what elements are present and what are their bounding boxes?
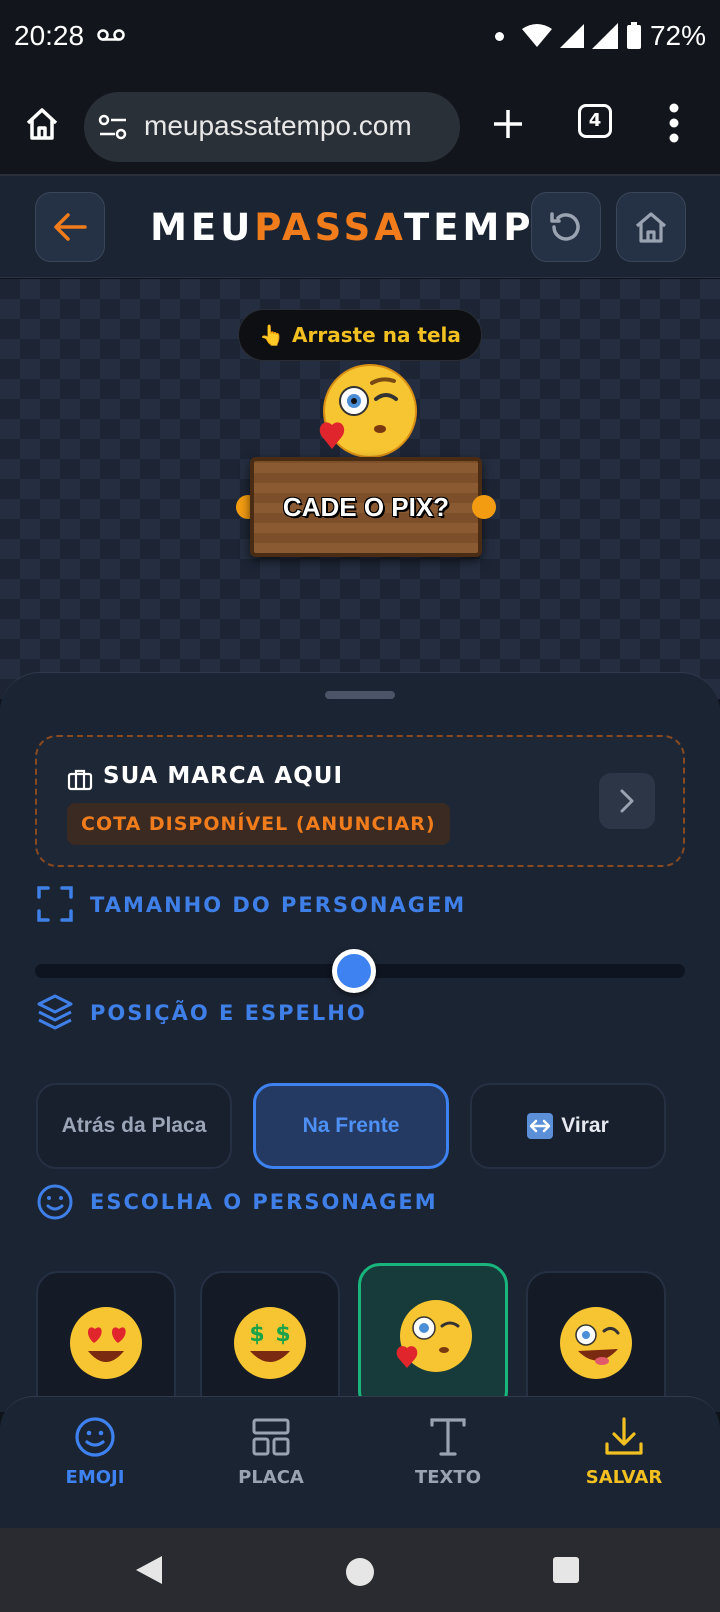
wifi-icon	[521, 24, 552, 47]
in-front-button[interactable]: Na Frente	[253, 1083, 449, 1169]
recents-square-icon[interactable]	[552, 1556, 580, 1584]
sheet-drag-handle[interactable]	[325, 691, 395, 699]
selected-character-emoji[interactable]	[310, 361, 420, 471]
money-face-emoji: $ $	[234, 1307, 306, 1379]
wooden-sign[interactable]: CADE O PIX?	[250, 457, 482, 557]
in-front-label: Na Frente	[302, 1114, 400, 1137]
logo-text-passa: PASSA	[254, 206, 404, 249]
options-sheet: SUA MARCA AQUI COTA DISPONÍVEL (ANUNCIAR…	[0, 672, 720, 1412]
system-nav-bar	[0, 1528, 720, 1612]
zany-face-emoji	[560, 1307, 632, 1379]
nav-text-label: TEXTO	[414, 1467, 482, 1488]
nav-save[interactable]: SALVAR	[554, 1415, 694, 1488]
behind-sign-label: Atrás da Placa	[61, 1114, 207, 1137]
briefcase-icon	[67, 769, 93, 791]
ad-banner[interactable]: SUA MARCA AQUI COTA DISPONÍVEL (ANUNCIAR…	[35, 735, 685, 867]
layout-icon	[252, 1418, 290, 1456]
battery-icon	[626, 22, 641, 49]
chevron-right-icon	[620, 789, 634, 813]
drag-hint-text: Arraste na tela	[292, 323, 461, 347]
sign-text: CADE O PIX?	[282, 491, 450, 522]
status-time: 20:28	[14, 20, 85, 51]
heart-eyes-emoji	[70, 1307, 142, 1379]
smiley-icon	[75, 1417, 115, 1457]
flip-label: Virar	[561, 1114, 609, 1137]
nav-sign[interactable]: PLACA	[201, 1415, 341, 1488]
rotate-ccw-icon	[550, 212, 580, 241]
ad-badge: COTA DISPONÍVEL (ANUNCIAR)	[67, 803, 450, 845]
pointing-hand-icon: 👆	[259, 323, 285, 347]
back-triangle-icon[interactable]	[134, 1554, 164, 1586]
ad-title: SUA MARCA AQUI	[103, 763, 344, 789]
resize-handle-right[interactable]	[472, 495, 496, 519]
url-text: meupassatempo.com	[144, 110, 412, 141]
svg-text:$: $	[249, 1322, 264, 1347]
app-logo: MEUPASSATEMPO	[0, 206, 720, 249]
status-indicators: 72%	[494, 20, 706, 52]
more-menu-icon[interactable]	[668, 102, 680, 144]
status-bar: 20:28 72%	[0, 0, 720, 80]
text-icon	[430, 1418, 466, 1456]
character-option-zany-heart[interactable]	[358, 1263, 508, 1412]
flip-button[interactable]: Virar	[470, 1083, 666, 1169]
signal-2-icon	[591, 23, 618, 49]
size-slider-thumb[interactable]	[331, 949, 376, 993]
tab-switcher-button[interactable]: 4	[578, 104, 612, 138]
home-icon	[635, 212, 667, 243]
logo-text-meu: MEU	[150, 206, 255, 249]
app-header: MEUPASSATEMPO	[0, 176, 720, 278]
bottom-nav: EMOJI PLACA TEXTO SALVAR	[0, 1396, 720, 1528]
reset-button[interactable]	[531, 192, 601, 262]
nav-sign-label: PLACA	[238, 1467, 304, 1488]
nav-save-label: SALVAR	[585, 1467, 663, 1488]
site-settings-icon[interactable]	[98, 114, 128, 140]
nav-emoji-label: EMOJI	[65, 1467, 125, 1488]
editor-canvas[interactable]: 👆 Arraste na tela CADE O PIX?	[0, 279, 720, 699]
nav-emoji[interactable]: EMOJI	[25, 1415, 165, 1488]
voicemail-icon	[97, 29, 125, 41]
home-button[interactable]	[616, 192, 686, 262]
download-icon	[605, 1417, 643, 1455]
position-section-title: POSIÇÃO E ESPELHO	[90, 1001, 367, 1025]
left-right-arrow-icon	[527, 1113, 554, 1139]
svg-text:$: $	[275, 1322, 290, 1347]
ad-open-button[interactable]	[599, 773, 655, 829]
smiley-icon	[37, 1184, 73, 1220]
nav-text[interactable]: TEXTO	[378, 1415, 518, 1488]
signal-icon	[559, 24, 584, 48]
behind-sign-button[interactable]: Atrás da Placa	[36, 1083, 232, 1169]
character-section-title: ESCOLHA O PERSONAGEM	[90, 1190, 438, 1214]
character-option-money-face[interactable]: $ $	[200, 1271, 340, 1412]
battery-level: 72%	[649, 20, 706, 51]
browser-toolbar: meupassatempo.com 4	[0, 80, 720, 176]
browser-home-icon[interactable]	[24, 106, 60, 142]
home-circle-icon[interactable]	[344, 1556, 376, 1588]
character-option-zany-face[interactable]	[526, 1271, 666, 1412]
character-option-heart-eyes[interactable]	[36, 1271, 176, 1412]
zany-heart-emoji	[396, 1300, 472, 1372]
layers-icon	[37, 994, 73, 1030]
address-bar[interactable]: meupassatempo.com	[84, 92, 460, 162]
new-tab-icon[interactable]	[490, 106, 526, 142]
drag-hint: 👆 Arraste na tela	[238, 309, 482, 361]
size-section-title: TAMANHO DO PERSONAGEM	[90, 893, 467, 917]
notification-dot-icon	[494, 31, 504, 41]
resize-frame-icon	[37, 886, 73, 922]
